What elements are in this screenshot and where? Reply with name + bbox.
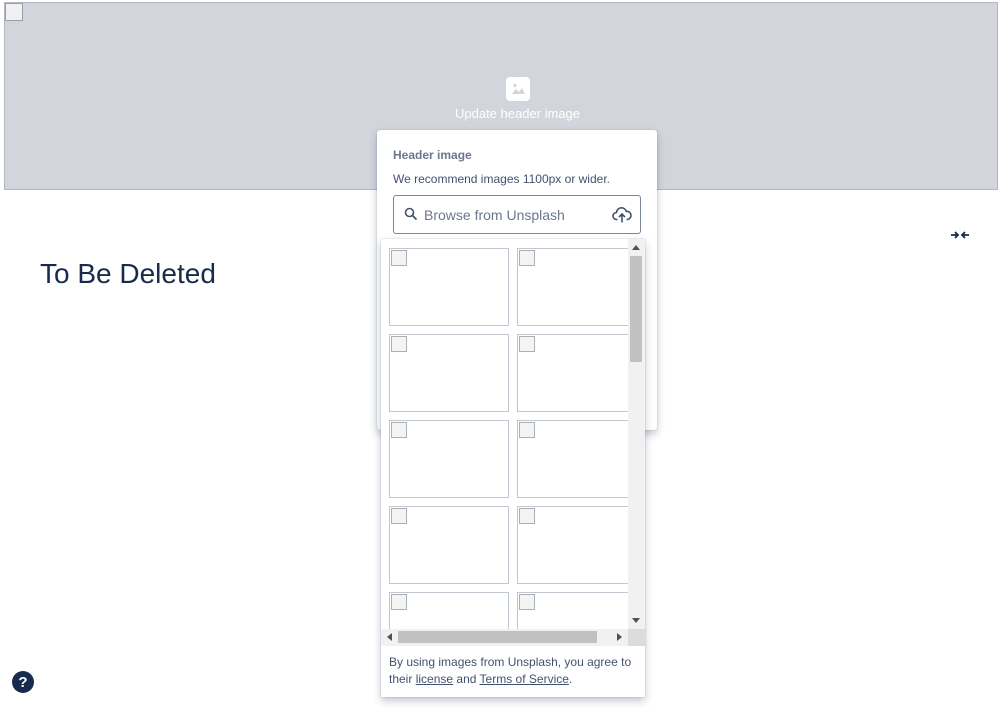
scroll-up-icon[interactable] (632, 245, 640, 250)
broken-image-icon (391, 250, 407, 266)
update-header-image-label[interactable]: Update header image (5, 106, 997, 121)
broken-image-icon (391, 336, 407, 352)
broken-image-icon (391, 594, 407, 610)
thumbnail[interactable] (389, 334, 509, 412)
unsplash-gallery-panel: By using images from Unsplash, you agree… (381, 239, 645, 697)
horizontal-scroll-thumb[interactable] (398, 631, 597, 643)
thumbnail[interactable] (517, 592, 628, 629)
broken-image-icon (519, 422, 535, 438)
thumbnail[interactable] (389, 248, 509, 326)
upload-cloud-icon[interactable] (612, 206, 632, 224)
terms-of-service-link[interactable]: Terms of Service (480, 672, 569, 686)
popup-title: Header image (393, 148, 472, 162)
scroll-right-icon[interactable] (617, 633, 622, 641)
thumbnail[interactable] (517, 506, 628, 584)
broken-image-icon (519, 594, 535, 610)
help-button[interactable]: ? (12, 671, 34, 693)
scroll-corner (628, 629, 645, 646)
help-icon: ? (18, 673, 28, 691)
broken-image-icon (391, 508, 407, 524)
thumbnail-grid[interactable] (381, 239, 628, 629)
thumbnail[interactable] (389, 420, 509, 498)
horizontal-scrollbar[interactable] (381, 629, 628, 646)
search-icon (404, 207, 418, 221)
unsplash-search-box[interactable] (393, 195, 641, 234)
vertical-scrollbar[interactable] (628, 239, 645, 629)
broken-image-icon (519, 336, 535, 352)
vertical-scroll-thumb[interactable] (630, 256, 642, 362)
thumbnail[interactable] (389, 506, 509, 584)
thumbnail[interactable] (517, 420, 628, 498)
broken-image-icon (519, 250, 535, 266)
broken-image-icon (519, 508, 535, 524)
broken-image-icon (5, 3, 23, 21)
page-title[interactable]: To Be Deleted (40, 258, 216, 290)
collapse-width-icon[interactable] (950, 227, 970, 243)
thumbnail[interactable] (517, 334, 628, 412)
scroll-down-icon[interactable] (632, 618, 640, 623)
thumbnail[interactable] (389, 592, 509, 629)
broken-image-icon (391, 422, 407, 438)
unsplash-attribution: By using images from Unsplash, you agree… (389, 655, 632, 686)
image-icon[interactable] (506, 77, 530, 101)
license-link[interactable]: license (416, 672, 453, 686)
scroll-left-icon[interactable] (387, 633, 392, 641)
popup-description: We recommend images 1100px or wider. (393, 172, 610, 186)
search-input[interactable] (424, 204, 604, 226)
thumbnail[interactable] (517, 248, 628, 326)
